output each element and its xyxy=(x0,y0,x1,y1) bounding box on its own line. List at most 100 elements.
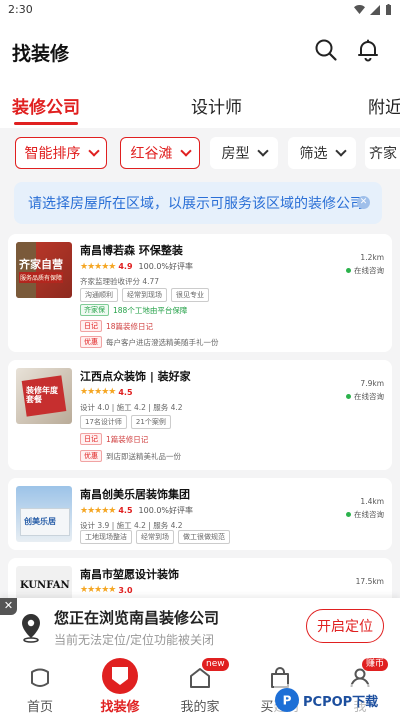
tab-designer[interactable]: 设计师 xyxy=(191,93,242,118)
close-icon[interactable]: ✕ xyxy=(0,598,17,615)
company-tags: 17名设计师 21个案例 xyxy=(80,415,171,429)
company-name[interactable]: 南昌创美乐居装饰集团 xyxy=(80,486,190,502)
area-filter-label: 红谷滩 xyxy=(130,146,173,162)
diary-text: 1篇装修日记 xyxy=(106,434,149,444)
find-decoration-icon xyxy=(102,658,138,694)
coin-badge: 赚币 xyxy=(362,658,389,671)
distance: 17.5km xyxy=(355,577,384,586)
rating-score: 4.5 xyxy=(118,506,133,515)
nav-home-label: 首页 xyxy=(26,700,53,715)
online-dot-icon xyxy=(346,394,351,399)
company-rating: ★★★★★ 3.0 xyxy=(80,585,139,595)
company-tag: 做工很做规范 xyxy=(178,530,230,544)
diary-line: 日记 1篇装修日记 xyxy=(80,433,148,445)
category-tabs: 装修公司 设计师 附近 xyxy=(0,80,400,128)
company-thumbnail: 装修年度套餐 xyxy=(16,368,72,424)
company-tag: 经常到现场 xyxy=(122,288,167,302)
location-prompt-subtitle: 当前无法定位/定位功能被关闭 xyxy=(54,633,215,647)
diary-badge: 日记 xyxy=(80,320,102,332)
watermark: P PCPOP下载 xyxy=(274,684,398,716)
company-card[interactable]: 创美乐居 南昌创美乐居装饰集团 ★★★★★ 4.5 100.0%好评率 设计 3… xyxy=(8,478,392,550)
battery-icon xyxy=(386,4,391,15)
company-tag: 很见专业 xyxy=(171,288,209,302)
bell-icon[interactable] xyxy=(356,38,380,62)
chevron-down-icon xyxy=(87,144,100,157)
pcpop-logo-icon: P xyxy=(275,688,299,712)
distance: 1.4km xyxy=(360,497,384,506)
thumbnail-title: 装修年度套餐 xyxy=(26,386,58,404)
guarantee-text: 188个工地由平台保障 xyxy=(113,305,188,315)
house-type-filter[interactable]: 房型 xyxy=(210,137,278,169)
company-rating: ★★★★★ 4.9 100.0%好评率 xyxy=(80,261,193,272)
region-notice: 请选择房屋所在区域，以展示可服务该区域的装修公司 ✕ xyxy=(14,182,382,224)
company-tag: 经常到场 xyxy=(136,530,174,544)
online-consult[interactable]: 在线咨询 xyxy=(346,391,384,402)
online-dot-icon xyxy=(346,512,351,517)
rating-score: 3.0 xyxy=(118,585,133,595)
area-filter[interactable]: 红谷滩 xyxy=(120,137,200,169)
company-card[interactable]: 齐家自营 服务品质有保障 南昌博若森 环保整装 ★★★★★ 4.9 100.0%… xyxy=(8,234,392,352)
nav-find-decoration-label: 找装修 xyxy=(100,700,140,715)
region-notice-text: 请选择房屋所在区域，以展示可服务该区域的装修公司 xyxy=(28,196,364,212)
watermark-text: PCPOP下载 xyxy=(303,694,379,710)
company-tag: 沟通顺利 xyxy=(80,288,118,302)
page-title: 找装修 xyxy=(12,43,70,65)
online-consult[interactable]: 在线咨询 xyxy=(346,265,384,276)
promo-text: 每户客户进店澄选精美随手礼一份 xyxy=(106,337,219,347)
status-icons xyxy=(354,4,392,15)
rating-score: 4.9 xyxy=(118,262,133,271)
location-pin-icon xyxy=(22,614,40,643)
status-time: 2:30 xyxy=(8,3,33,16)
company-tag: 17名设计师 xyxy=(80,415,127,429)
distance: 1.2km xyxy=(360,253,384,262)
company-thumbnail: 创美乐居 xyxy=(16,486,72,542)
promo-badge: 优惠 xyxy=(80,450,102,462)
qijia-filter-label: 齐家 xyxy=(369,146,397,162)
home-icon xyxy=(31,668,49,687)
svg-text:P: P xyxy=(283,694,292,708)
company-name[interactable]: 江西点众装饰 | 装好家 xyxy=(80,368,191,384)
company-rating: ★★★★★ 4.5 100.0%好评率 xyxy=(80,505,193,516)
online-consult-label: 在线咨询 xyxy=(354,510,384,519)
more-filter[interactable]: 筛选 xyxy=(288,137,356,169)
company-name[interactable]: 南昌博若森 环保整装 xyxy=(80,242,183,258)
online-consult-label: 在线咨询 xyxy=(354,266,384,275)
tab-nearby[interactable]: 附近 xyxy=(368,93,400,118)
close-icon[interactable]: ✕ xyxy=(357,196,370,209)
new-badge: new xyxy=(202,658,229,671)
app-header: 找装修 xyxy=(0,20,400,80)
house-type-filter-label: 房型 xyxy=(221,146,250,162)
company-name[interactable]: 南昌市堃愿设计装饰 xyxy=(80,566,179,582)
enable-location-button[interactable]: 开启定位 xyxy=(306,609,384,643)
search-icon[interactable] xyxy=(314,38,338,62)
company-thumbnail: 齐家自营 服务品质有保障 xyxy=(16,242,72,298)
nav-my-home-label: 我的家 xyxy=(180,700,220,715)
thumbnail-title: KUNFAN xyxy=(20,580,70,591)
sort-filter[interactable]: 智能排序 xyxy=(15,137,107,169)
company-rating: ★★★★★ 4.5 xyxy=(80,387,139,397)
location-prompt: ✕ 您正在浏览南昌装修公司 当前无法定位/定位功能被关闭 开启定位 xyxy=(0,598,400,656)
chevron-down-icon xyxy=(334,144,347,157)
tab-decoration-company[interactable]: 装修公司 xyxy=(12,93,80,118)
promo-line: 优惠 每户客户进店澄选精美随手礼一份 xyxy=(80,336,219,348)
chevron-down-icon xyxy=(256,144,269,157)
thumbnail-title: 齐家自营 xyxy=(19,258,63,271)
filter-bar: 智能排序 红谷滩 房型 筛选 齐家 xyxy=(0,128,400,178)
guarantee-line: 齐家保 188个工地由平台保障 xyxy=(80,304,187,316)
sort-filter-label: 智能排序 xyxy=(24,146,81,162)
company-subtitle: 设计 4.0 | 施工 4.2 | 服务 4.2 xyxy=(80,403,183,412)
status-bar: 2:30 xyxy=(0,0,400,20)
diary-badge: 日记 xyxy=(80,433,102,445)
rating-stars: ★★★★★ xyxy=(80,585,116,595)
qijia-filter[interactable]: 齐家 xyxy=(365,137,400,169)
distance: 7.9km xyxy=(360,379,384,388)
active-tab-indicator xyxy=(14,122,78,125)
online-consult[interactable]: 在线咨询 xyxy=(346,509,384,520)
guarantee-badge: 齐家保 xyxy=(80,304,109,316)
online-dot-icon xyxy=(346,268,351,273)
company-card[interactable]: 装修年度套餐 江西点众装饰 | 装好家 ★★★★★ 4.5 设计 4.0 | 施… xyxy=(8,360,392,470)
company-subtitle: 齐家监理验收评分 4.77 xyxy=(80,277,160,286)
company-tag: 21个案例 xyxy=(130,415,171,429)
thumbnail-subtitle: 服务品质有保障 xyxy=(19,272,64,283)
location-prompt-title: 您正在浏览南昌装修公司 xyxy=(54,609,220,627)
